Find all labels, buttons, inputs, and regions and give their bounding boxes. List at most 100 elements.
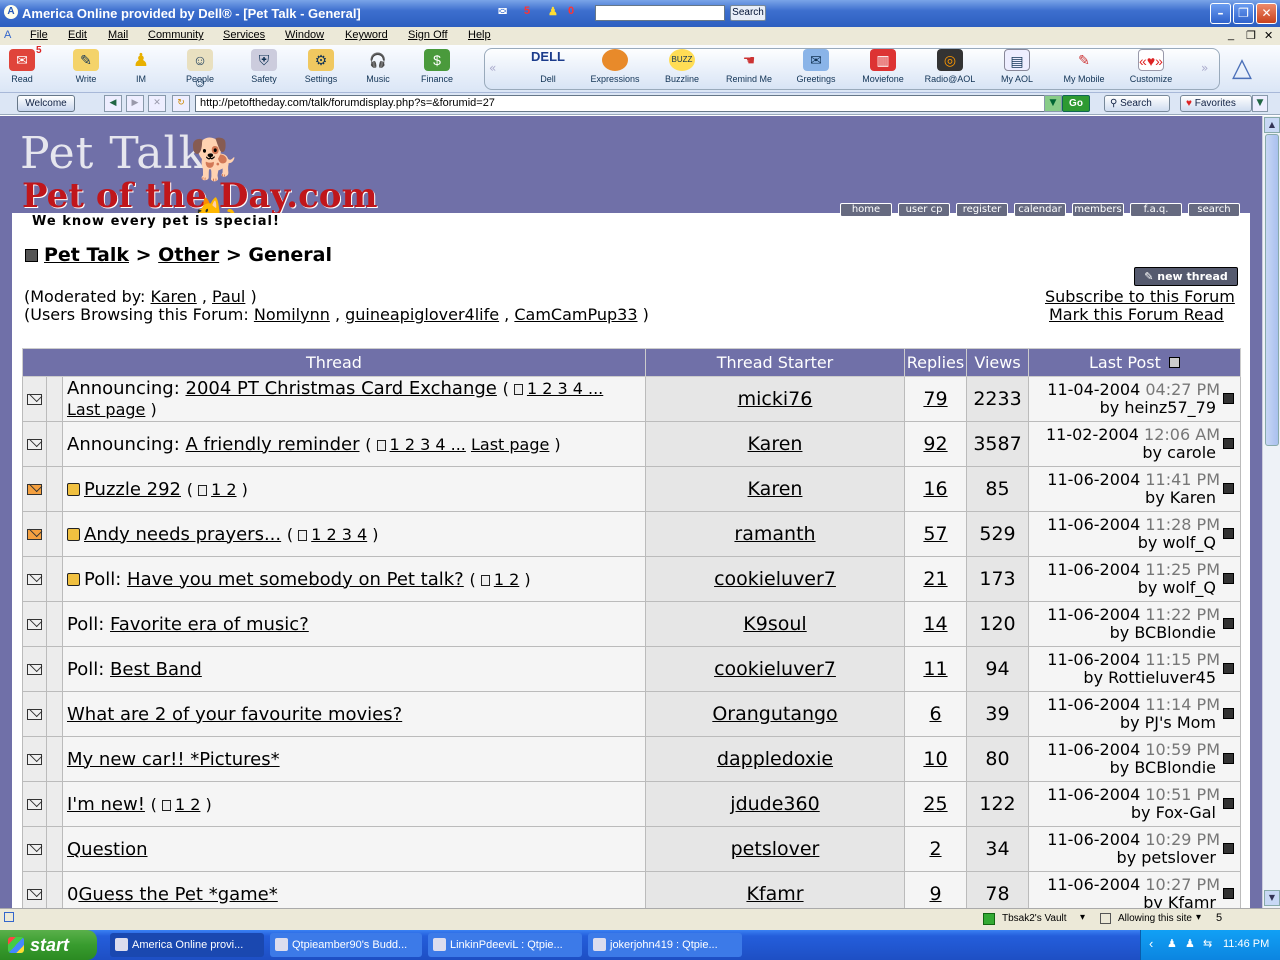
nav-register[interactable]: register [956, 203, 1008, 217]
replies-link[interactable]: 11 [923, 658, 947, 680]
thread-title-link[interactable]: Best Band [110, 659, 202, 680]
last-post-user[interactable]: heinz57_79 [1124, 398, 1216, 417]
nav-user-cp[interactable]: user cp [898, 203, 950, 217]
close-icon[interactable]: ✕ [1256, 3, 1277, 24]
menu-community[interactable]: Community [148, 29, 204, 41]
allowing-dropdown-icon[interactable]: ▾ [1196, 912, 1201, 923]
toolbar-settings[interactable]: ⚙ Settings [293, 47, 349, 91]
moderator-link[interactable]: Paul [212, 287, 245, 306]
go-to-last-post-icon[interactable] [1223, 528, 1234, 539]
subscribe-link[interactable]: Subscribe to this Forum [1045, 287, 1235, 306]
toolbar-finance[interactable]: $ Finance [409, 47, 465, 91]
toolbar-music[interactable]: 🎧 Music [350, 47, 406, 91]
thread-title-link[interactable]: Have you met somebody on Pet talk? [127, 569, 464, 590]
menu-mail[interactable]: Mail [108, 29, 128, 41]
vault-dropdown-icon[interactable]: ▾ [1080, 912, 1085, 923]
replies-link[interactable]: 16 [923, 478, 947, 500]
replies-link[interactable]: 9 [929, 883, 941, 905]
thread-title-link[interactable]: Question [67, 839, 148, 860]
last-post-user[interactable]: wolf_Q [1162, 533, 1216, 552]
last-post-user[interactable]: Fox-Gal [1156, 803, 1216, 822]
browsing-user-link[interactable]: Nomilynn [254, 305, 330, 324]
thread-starter-link[interactable]: Kfamr [746, 883, 803, 905]
toolbar-im[interactable]: ♟ IM [113, 47, 169, 91]
task-aol[interactable]: America Online provi... [110, 933, 264, 957]
forward-icon[interactable]: ▶ [126, 95, 144, 112]
maximize-icon[interactable]: ❐ [1233, 3, 1254, 24]
replies-link[interactable]: 79 [923, 388, 947, 410]
replies-link[interactable]: 57 [923, 523, 947, 545]
scroll-down-icon[interactable]: ▼ [1264, 890, 1280, 906]
tray-aol-icon[interactable]: ♟ [1167, 937, 1177, 950]
panel-left-arrow-icon[interactable]: « [489, 61, 496, 75]
col-views[interactable]: Views [966, 348, 1029, 377]
toolbar-moviefone[interactable]: ▥ Moviefone [855, 47, 911, 91]
toolbar-expressions[interactable]: Expressions [587, 47, 643, 91]
thread-title-link[interactable]: A friendly reminder [186, 434, 360, 455]
menu-help[interactable]: Help [468, 29, 491, 41]
toolbar-my-mobile[interactable]: ✎ My Mobile [1056, 47, 1112, 91]
go-to-last-post-icon[interactable] [1223, 573, 1234, 584]
task-im-2[interactable]: jokerjohn419 : Qtpie... [588, 933, 742, 957]
last-page-link[interactable]: Last page [67, 400, 145, 419]
toolbar-customize[interactable]: «♥» Customize [1123, 47, 1179, 91]
toolbar-buzzline[interactable]: BUZZ Buzzline [654, 47, 710, 91]
thread-starter-link[interactable]: petslover [731, 838, 820, 860]
child-minimize-icon[interactable]: _ [1228, 29, 1234, 41]
go-to-last-post-icon[interactable] [1223, 393, 1234, 404]
breadcrumb-other[interactable]: Other [158, 244, 219, 266]
go-to-last-post-icon[interactable] [1223, 753, 1234, 764]
thread-title-link[interactable]: I'm new! [67, 794, 145, 815]
favorites-button[interactable]: ♥ Favorites [1180, 95, 1252, 112]
thread-title-link[interactable]: Guess the Pet *game* [78, 884, 277, 905]
tray-collapse-icon[interactable]: ‹ [1149, 936, 1153, 951]
last-post-user[interactable]: carole [1167, 443, 1216, 462]
panel-right-arrow-icon[interactable]: » [1201, 61, 1208, 75]
allowing-label[interactable]: Allowing this site [1118, 913, 1192, 924]
quick-search-button[interactable]: Search [730, 5, 766, 21]
browsing-user-link[interactable]: CamCamPup33 [514, 305, 637, 324]
thread-starter-link[interactable]: ramanth [734, 523, 815, 545]
last-post-user[interactable]: PJ's Mom [1145, 713, 1216, 732]
thread-starter-link[interactable]: Karen [748, 478, 803, 500]
thread-starter-link[interactable]: jdude360 [730, 793, 819, 815]
col-replies[interactable]: Replies [904, 348, 967, 377]
nav-home[interactable]: home [840, 203, 892, 217]
thread-starter-link[interactable]: K9soul [743, 613, 806, 635]
go-button[interactable]: Go [1062, 95, 1090, 112]
mail-alert-icon[interactable]: ✉ [498, 5, 507, 23]
mark-read-link[interactable]: Mark this Forum Read [1049, 305, 1224, 324]
go-to-last-post-icon[interactable] [1223, 663, 1234, 674]
last-post-user[interactable]: Rottieluver45 [1108, 668, 1216, 687]
replies-link[interactable]: 21 [923, 568, 947, 590]
nav-members[interactable]: members [1072, 203, 1124, 217]
go-to-last-post-icon[interactable] [1223, 798, 1234, 809]
scroll-thumb[interactable] [1265, 134, 1279, 446]
last-post-user[interactable]: BCBlondie [1134, 623, 1216, 642]
new-thread-button[interactable]: ✎ new thread [1134, 267, 1238, 286]
moderator-link[interactable]: Karen [151, 287, 197, 306]
replies-link[interactable]: 92 [923, 433, 947, 455]
go-to-last-post-icon[interactable] [1223, 438, 1234, 449]
go-to-last-post-icon[interactable] [1223, 618, 1234, 629]
toolbar-write[interactable]: ✎ Write [58, 47, 114, 91]
toolbar-greetings[interactable]: ✉ Greetings [788, 47, 844, 91]
menu-file[interactable]: File [30, 29, 48, 41]
welcome-button[interactable]: Welcome [17, 95, 75, 112]
vertical-scrollbar[interactable]: ▲ ▼ [1262, 116, 1280, 908]
site-logo-pet-talk[interactable]: Pet Talk [20, 128, 206, 179]
nav-search[interactable]: search [1188, 203, 1240, 217]
child-restore-icon[interactable]: ❐ [1246, 29, 1256, 42]
toolbar-dell[interactable]: DELL Dell [520, 47, 576, 91]
favorites-dropdown-icon[interactable]: ▼ [1252, 95, 1268, 112]
back-icon[interactable]: ◀ [104, 95, 122, 112]
toolbar-radio[interactable]: ◎ Radio@AOL [922, 47, 978, 91]
thread-starter-link[interactable]: Karen [748, 433, 803, 455]
thread-title-link[interactable]: What are 2 of your favourite movies? [67, 704, 402, 725]
thread-starter-link[interactable]: micki76 [738, 388, 813, 410]
col-thread[interactable]: Thread [22, 348, 646, 377]
child-close-icon[interactable]: ✕ [1264, 29, 1273, 42]
thread-starter-link[interactable]: cookieluver7 [714, 568, 836, 590]
thread-title-link[interactable]: Andy needs prayers... [84, 524, 281, 545]
last-post-user[interactable]: wolf_Q [1162, 578, 1216, 597]
